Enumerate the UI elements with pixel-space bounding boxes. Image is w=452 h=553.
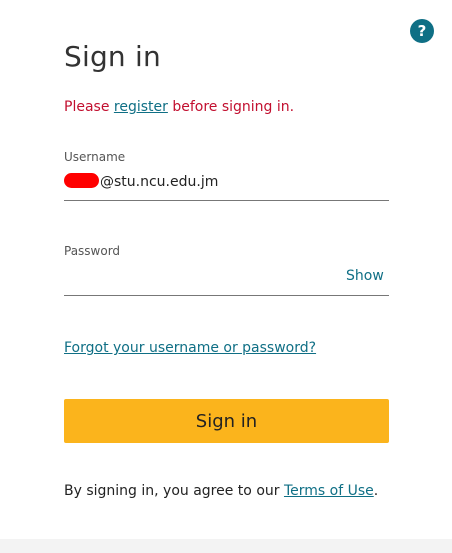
redaction-mark <box>64 173 99 188</box>
username-value: @stu.ncu.edu.jm <box>100 174 219 190</box>
notice-text-before: Please <box>64 99 114 115</box>
sign-in-page: ? Sign in Please register before signing… <box>0 0 452 553</box>
forgot-credentials-link[interactable]: Forgot your username or password? <box>64 340 316 356</box>
terms-text-before: By signing in, you agree to our <box>64 483 284 499</box>
username-field[interactable]: @stu.ncu.edu.jm <box>64 173 218 190</box>
show-password-link[interactable]: Show <box>346 268 384 284</box>
register-notice: Please register before signing in. <box>64 99 294 115</box>
password-field[interactable] <box>64 295 389 296</box>
help-icon[interactable]: ? <box>410 19 434 43</box>
terms-of-use-link[interactable]: Terms of Use <box>284 483 374 499</box>
footer-strip <box>0 539 452 553</box>
notice-text-after: before signing in. <box>167 99 295 115</box>
page-title: Sign in <box>64 40 161 73</box>
username-label: Username <box>64 150 126 164</box>
terms-notice: By signing in, you agree to our Terms of… <box>64 483 378 499</box>
register-link[interactable]: register <box>114 99 168 115</box>
terms-text-after: . <box>373 483 379 499</box>
password-label: Password <box>64 244 121 258</box>
username-underline <box>64 200 389 201</box>
sign-in-button[interactable]: Sign in <box>64 399 389 443</box>
